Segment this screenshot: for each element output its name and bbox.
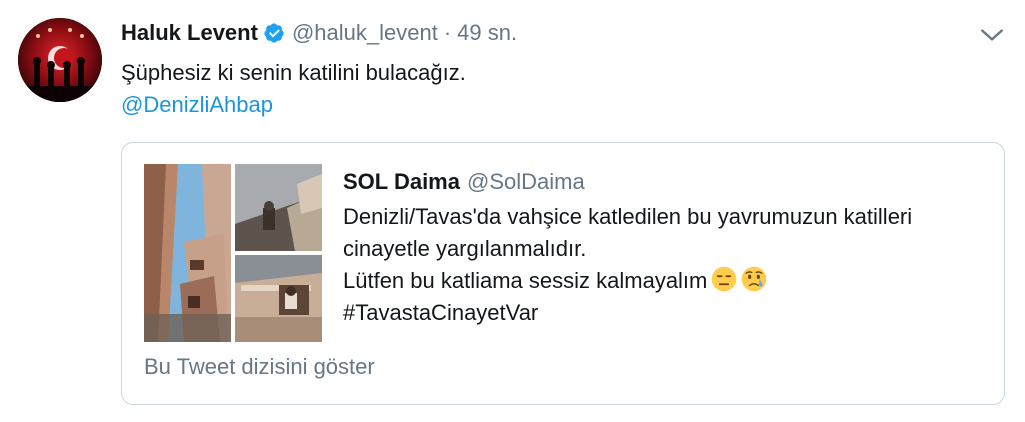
separator-dot: ·	[443, 20, 452, 45]
author-handle[interactable]: @haluk_levent	[292, 20, 438, 46]
verified-badge-icon	[264, 23, 284, 43]
quoted-text-line: Lütfen bu katliama sessiz kalmayalım	[343, 268, 708, 293]
quoted-tweet-text: Denizli/Tavas'da vahşice katledilen bu y…	[343, 201, 986, 329]
expressionless-face-icon	[712, 266, 737, 292]
quoted-media-grid[interactable]	[144, 164, 322, 342]
author-avatar[interactable]	[18, 18, 102, 102]
author-name[interactable]: Haluk Levent	[121, 20, 258, 46]
quoted-hashtag-link[interactable]: #TavastaCinayetVar	[343, 297, 986, 329]
sad-but-relieved-face-icon	[742, 266, 767, 292]
quoted-author-handle[interactable]: @SolDaima	[467, 169, 585, 195]
quoted-text-line-with-emojis: Lütfen bu katliama sessiz kalmayalım	[343, 265, 986, 297]
tweet-text: Şüphesiz ki senin katilini bulacağız.	[121, 60, 466, 85]
quoted-text-line: Denizli/Tavas'da vahşice katledilen bu y…	[343, 204, 913, 229]
quoted-photo-1[interactable]	[144, 164, 231, 342]
quoted-tweet-content: SOL Daima @SolDaima Denizli/Tavas'da vah…	[343, 167, 986, 329]
quoted-photo-3[interactable]	[235, 255, 322, 342]
show-thread-link[interactable]: Bu Tweet dizisini göster	[144, 351, 375, 383]
tweet-timestamp[interactable]: 49 sn.	[457, 20, 517, 46]
quoted-tweet-card[interactable]: SOL Daima @SolDaima Denizli/Tavas'da vah…	[121, 142, 1005, 405]
quoted-tweet-header: SOL Daima @SolDaima	[343, 167, 986, 197]
quoted-author-name[interactable]: SOL Daima	[343, 169, 460, 195]
tweet-mention-link[interactable]: @DenizliAhbap	[121, 89, 273, 121]
quoted-text-line: cinayetle yargılanmalıdır.	[343, 236, 587, 261]
tweet-header: Haluk Levent @haluk_levent · 49 sn.	[121, 18, 517, 48]
quoted-photo-2[interactable]	[235, 164, 322, 251]
chevron-down-icon[interactable]	[979, 22, 1005, 48]
